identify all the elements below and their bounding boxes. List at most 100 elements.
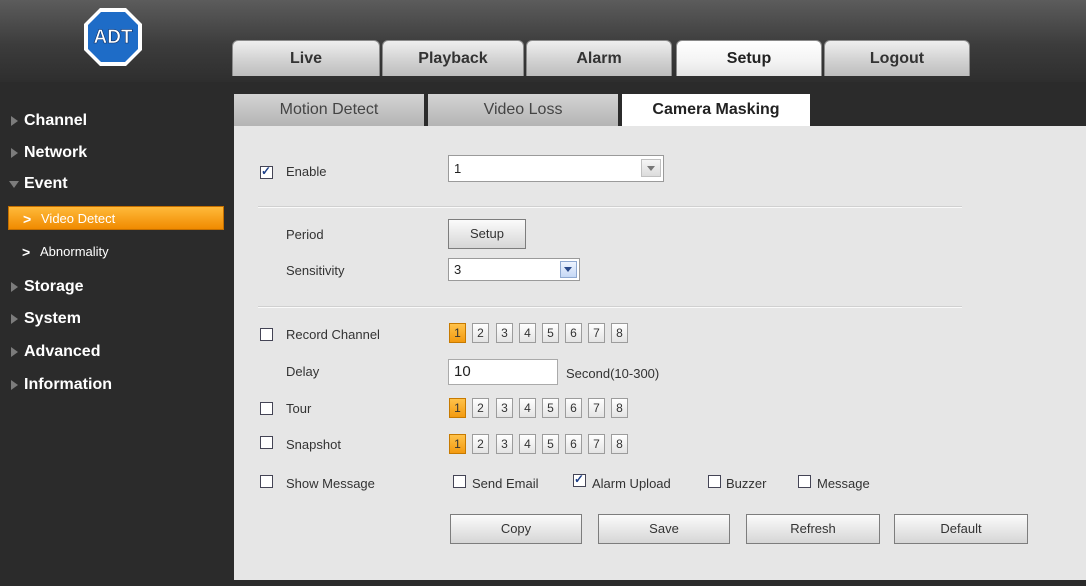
sidebar-item-label: Storage xyxy=(24,278,84,295)
sensitivity-select[interactable]: 3 xyxy=(448,258,580,281)
tab-setup[interactable]: Setup xyxy=(676,40,822,76)
top-header: ADT Live Playback Alarm Setup Logout xyxy=(0,0,1086,82)
record-channel-label: Record Channel xyxy=(286,327,380,342)
sidebar-subitem-label: Video Detect xyxy=(41,211,116,226)
tab-alarm[interactable]: Alarm xyxy=(526,40,672,76)
snapshot-channel-2[interactable]: 2 xyxy=(472,434,489,454)
sensitivity-label: Sensitivity xyxy=(286,263,345,278)
channel-select[interactable]: 1 xyxy=(448,155,664,182)
period-label: Period xyxy=(286,227,324,242)
tab-motion-detect[interactable]: Motion Detect xyxy=(234,94,424,126)
refresh-button[interactable]: Refresh xyxy=(746,514,880,544)
tab-live[interactable]: Live xyxy=(232,40,380,76)
expand-arrow-icon xyxy=(11,116,18,126)
snapshot-channel-1[interactable]: 1 xyxy=(449,434,466,454)
show-message-checkbox[interactable] xyxy=(260,475,273,488)
snapshot-channel-6[interactable]: 6 xyxy=(565,434,582,454)
show-message-label: Show Message xyxy=(286,476,375,491)
tour-channel-1[interactable]: 1 xyxy=(449,398,466,418)
sidebar-item-channel[interactable]: Channel xyxy=(0,108,230,134)
record-channel-3[interactable]: 3 xyxy=(496,323,513,343)
period-setup-button[interactable]: Setup xyxy=(448,219,526,249)
adt-logo: ADT xyxy=(84,8,142,66)
send-email-checkbox[interactable] xyxy=(453,475,466,488)
sidebar-item-label: Event xyxy=(24,175,68,192)
snapshot-label: Snapshot xyxy=(286,437,341,452)
sidebar-item-event[interactable]: Event xyxy=(0,171,230,197)
delay-unit: Second(10-300) xyxy=(566,366,660,381)
tab-playback[interactable]: Playback xyxy=(382,40,524,76)
collapse-arrow-icon xyxy=(9,181,19,188)
sidebar-item-label: Advanced xyxy=(24,343,101,360)
tour-channel-7[interactable]: 7 xyxy=(588,398,605,418)
logo-text: ADT xyxy=(93,27,132,48)
expand-arrow-icon xyxy=(11,314,18,324)
sidebar-item-storage[interactable]: Storage xyxy=(0,274,230,300)
tab-camera-masking[interactable]: Camera Masking xyxy=(622,94,810,127)
snapshot-channel-4[interactable]: 4 xyxy=(519,434,536,454)
delay-input[interactable]: 10 xyxy=(448,359,558,385)
settings-panel: Enable 1 Period Setup Sensitivity 3 Reco… xyxy=(234,126,1086,580)
record-channel-2[interactable]: 2 xyxy=(472,323,489,343)
tour-channel-6[interactable]: 6 xyxy=(565,398,582,418)
record-channel-5[interactable]: 5 xyxy=(542,323,559,343)
sidebar-subitem-label: Abnormality xyxy=(40,244,109,259)
sidebar-item-network[interactable]: Network xyxy=(0,140,230,166)
divider xyxy=(258,206,962,208)
buzzer-checkbox[interactable] xyxy=(708,475,721,488)
tab-video-loss[interactable]: Video Loss xyxy=(428,94,618,126)
sidebar-subitem-abnormality[interactable]: > Abnormality xyxy=(8,240,224,264)
sidebar-item-system[interactable]: System xyxy=(0,306,230,332)
record-channel-7[interactable]: 7 xyxy=(588,323,605,343)
delay-label: Delay xyxy=(286,364,320,379)
channel-select-value: 1 xyxy=(454,161,462,176)
send-email-label: Send Email xyxy=(472,476,539,491)
tour-channel-4[interactable]: 4 xyxy=(519,398,536,418)
enable-label: Enable xyxy=(286,164,327,179)
enable-checkbox[interactable] xyxy=(260,164,273,179)
dropdown-arrow-icon xyxy=(641,159,661,177)
chevron-right-icon: > xyxy=(23,211,32,227)
tour-checkbox[interactable] xyxy=(260,402,273,415)
expand-arrow-icon xyxy=(11,380,18,390)
sidebar: Channel Network Event > Video Detect > A… xyxy=(0,82,230,586)
alarm-upload-label: Alarm Upload xyxy=(592,476,671,491)
sidebar-item-advanced[interactable]: Advanced xyxy=(0,339,230,365)
snapshot-channel-8[interactable]: 8 xyxy=(611,434,628,454)
expand-arrow-icon xyxy=(11,148,18,158)
expand-arrow-icon xyxy=(11,282,18,292)
tour-channel-5[interactable]: 5 xyxy=(542,398,559,418)
sidebar-item-label: Network xyxy=(24,144,88,161)
default-button[interactable]: Default xyxy=(894,514,1028,544)
snapshot-channel-5[interactable]: 5 xyxy=(542,434,559,454)
sidebar-item-information[interactable]: Information xyxy=(0,372,230,398)
tab-logout[interactable]: Logout xyxy=(824,40,970,76)
record-channel-6[interactable]: 6 xyxy=(565,323,582,343)
buzzer-label: Buzzer xyxy=(726,476,767,491)
message-checkbox[interactable] xyxy=(798,475,811,488)
snapshot-channel-7[interactable]: 7 xyxy=(588,434,605,454)
tour-channel-3[interactable]: 3 xyxy=(496,398,513,418)
divider xyxy=(258,306,962,308)
sidebar-item-label: Information xyxy=(24,376,112,393)
sensitivity-select-value: 3 xyxy=(454,262,462,277)
record-channel-8[interactable]: 8 xyxy=(611,323,628,343)
record-channel-checkbox[interactable] xyxy=(260,328,273,341)
dropdown-arrow-icon xyxy=(560,261,577,278)
tour-label: Tour xyxy=(286,401,312,416)
snapshot-channel-3[interactable]: 3 xyxy=(496,434,513,454)
alarm-upload-checkbox[interactable] xyxy=(573,472,586,487)
chevron-right-icon: > xyxy=(22,244,31,260)
record-channel-1[interactable]: 1 xyxy=(449,323,466,343)
tour-channel-8[interactable]: 8 xyxy=(611,398,628,418)
message-label: Message xyxy=(817,476,870,491)
expand-arrow-icon xyxy=(11,347,18,357)
snapshot-checkbox[interactable] xyxy=(260,436,273,449)
copy-button[interactable]: Copy xyxy=(450,514,582,544)
sidebar-item-label: Channel xyxy=(24,112,88,129)
tour-channel-2[interactable]: 2 xyxy=(472,398,489,418)
record-channel-4[interactable]: 4 xyxy=(519,323,536,343)
save-button[interactable]: Save xyxy=(598,514,730,544)
sidebar-item-label: System xyxy=(24,310,81,327)
sidebar-subitem-video-detect[interactable]: > Video Detect xyxy=(8,206,224,230)
